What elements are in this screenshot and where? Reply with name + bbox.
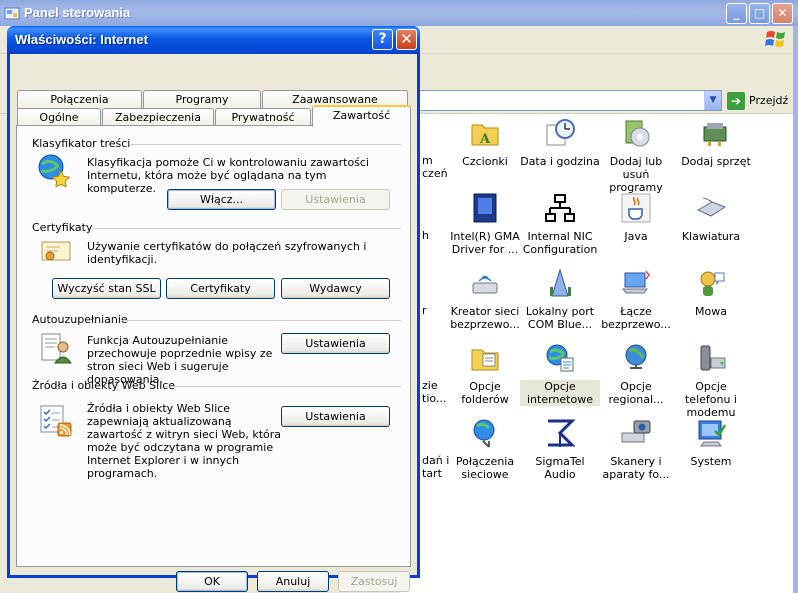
folder-options-icon: [471, 349, 499, 371]
cp-item-intel-gma[interactable]: Intel(R) GMA Driver for ...: [445, 192, 525, 266]
help-button[interactable]: ?: [372, 29, 393, 50]
cp-item-lacze-bezprzewodowe[interactable]: Łącze bezprzewo...: [596, 267, 676, 341]
cp-item-skanery-aparaty[interactable]: Skanery i aparaty fo...: [596, 417, 676, 491]
java-cup-icon: [621, 193, 651, 223]
group-separator: [164, 386, 401, 387]
wireless-link-icon: [622, 270, 650, 294]
cp-item-opcje-folderow[interactable]: Opcje folderów: [445, 342, 525, 416]
network-icon: [545, 194, 575, 222]
tab-zawartosc[interactable]: Zawartość: [312, 105, 411, 127]
svg-text:A: A: [479, 132, 491, 147]
maximize-button[interactable]: □: [749, 3, 770, 24]
cut-label: r: [422, 304, 427, 317]
speech-icon: [700, 271, 725, 296]
control-panel-icon: [4, 7, 20, 20]
clock-icon: [546, 119, 575, 146]
cp-item-kreator-sieci[interactable]: Kreator sieci bezprzewo...: [445, 267, 525, 341]
cp-item-czcionki[interactable]: A Czcionki: [445, 117, 525, 191]
group-separator: [93, 228, 401, 229]
tab-polaczenia[interactable]: Połączenia: [17, 90, 142, 109]
background-window-title: Panel sterowania: [24, 5, 131, 20]
group-separator: [129, 144, 401, 145]
address-input[interactable]: [400, 90, 722, 111]
certificates-button[interactable]: Certyfikaty: [166, 278, 275, 299]
publishers-button[interactable]: Wydawcy: [281, 278, 390, 299]
autocomplete-settings-button[interactable]: Ustawienia: [281, 333, 390, 354]
cp-item-mowa[interactable]: Mowa: [671, 267, 751, 341]
feeds-icon: [40, 405, 72, 437]
close-button[interactable]: ✕: [396, 29, 417, 50]
go-arrow-icon: ➔: [727, 92, 745, 110]
dialog-title: Właściwości: Internet: [15, 32, 148, 47]
cp-item-klawiatura[interactable]: Klawiatura: [671, 192, 751, 266]
cp-item-polaczenia-sieciowe[interactable]: Połączenia sieciowe: [445, 417, 525, 491]
cut-label: tart: [422, 467, 442, 480]
enable-button[interactable]: Włącz...: [167, 189, 276, 210]
content-advisor-settings-button[interactable]: Ustawienia: [281, 189, 390, 210]
cut-label: m: [422, 154, 433, 167]
content-tab-panel: Klasyfikator treści Klasyfikacja pomoże …: [16, 125, 411, 567]
sigmatel-icon: [548, 419, 576, 447]
cp-item-java[interactable]: Java: [596, 192, 676, 266]
apply-button[interactable]: Zastosuj: [338, 571, 410, 592]
address-dropdown-button[interactable]: ▼: [704, 91, 721, 110]
group-title-autocomplete: Autouzupełnianie: [32, 313, 128, 326]
go-label: Przejdź: [749, 94, 789, 107]
cp-item-lokalny-port-com[interactable]: Lokalny port COM Blue...: [520, 267, 600, 341]
internet-options-icon: [546, 344, 574, 372]
certificate-icon: [41, 241, 71, 261]
cp-item-opcje-internetowe[interactable]: Opcje internetowe: [520, 342, 600, 416]
group-separator: [121, 320, 401, 321]
cp-item-system[interactable]: System: [671, 417, 751, 491]
keyboard-icon: [696, 197, 727, 217]
cp-item-internal-nic[interactable]: Internal NIC Configuration: [520, 192, 600, 266]
cut-label: zie: [422, 379, 438, 392]
scanner-camera-icon: [621, 420, 651, 443]
phone-modem-icon: [700, 345, 726, 371]
window-frame: [793, 26, 798, 593]
cut-label: h: [422, 229, 429, 242]
certificates-description: Używanie certyfikatów do połączeń szyfro…: [87, 240, 367, 266]
autocomplete-icon: [41, 333, 72, 364]
ok-button[interactable]: OK: [176, 571, 248, 592]
cp-item-sigmatel-audio[interactable]: SigmaTel Audio: [520, 417, 600, 491]
cut-label: tio...: [422, 392, 447, 405]
windows-logo-icon: [765, 31, 785, 47]
tab-programy[interactable]: Programy: [143, 90, 261, 109]
cancel-button[interactable]: Anuluj: [257, 571, 329, 592]
cp-item-data-i-godzina[interactable]: Data i godzina: [520, 117, 600, 191]
go-button[interactable]: ➔ Przejdź: [727, 90, 789, 112]
background-window-titlebar[interactable]: Panel sterowania _ □ ✕: [0, 0, 798, 26]
cp-item-dodaj-usun-programy[interactable]: Dodaj lub usuń programy: [596, 117, 676, 194]
cp-item-opcje-regionalne[interactable]: Opcje regional...: [596, 342, 676, 416]
intel-gma-icon: [473, 193, 497, 223]
internet-properties-dialog: Właściwości: Internet ? ✕ Połączenia Pro…: [7, 26, 420, 592]
add-hardware-icon: [703, 123, 727, 146]
fonts-folder-icon: A: [471, 124, 499, 147]
group-title-certificates: Certyfikaty: [32, 221, 93, 234]
feeds-description: Źródła i obiekty Web Slice zapewniają ak…: [87, 402, 282, 480]
clear-ssl-button[interactable]: Wyczyść stan SSL: [52, 278, 161, 299]
background-close-button[interactable]: ✕: [772, 3, 793, 24]
feeds-settings-button[interactable]: Ustawienia: [281, 406, 390, 427]
minimize-button[interactable]: _: [726, 3, 747, 24]
content-advisor-icon: [38, 154, 71, 187]
dialog-body: Połączenia Programy Zaawansowane Ogólne …: [10, 54, 417, 592]
group-title-content-advisor: Klasyfikator treści: [32, 137, 131, 150]
group-title-feeds: Źródła i obiekty Web Slice: [32, 379, 176, 392]
bluetooth-com-icon: [550, 268, 571, 297]
add-remove-programs-icon: [625, 120, 650, 147]
dialog-titlebar[interactable]: Właściwości: Internet ? ✕: [7, 26, 420, 54]
wireless-wizard-icon: [472, 275, 498, 294]
cp-item-dodaj-sprzet[interactable]: Dodaj sprzęt: [676, 117, 756, 191]
cut-label: czeń: [422, 167, 448, 180]
globe-icon: [625, 344, 647, 369]
system-icon: [698, 420, 727, 447]
network-connections-icon: [473, 419, 495, 448]
cp-item-opcje-telefonu[interactable]: Opcje telefonu i modemu: [671, 342, 751, 419]
